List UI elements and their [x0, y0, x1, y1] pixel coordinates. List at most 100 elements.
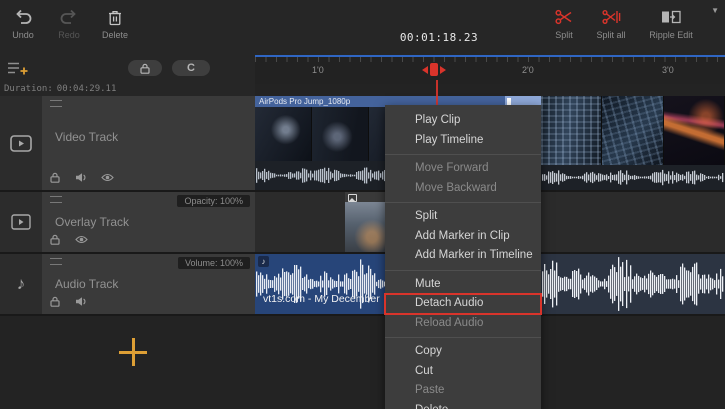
video-clip-continued[interactable] [541, 96, 725, 190]
playhead-grip [430, 63, 438, 76]
video-lock-button[interactable] [48, 171, 62, 184]
video-track-body: Video Track [42, 96, 255, 190]
duration-readout: Duration:00:04:29.11 [0, 82, 255, 96]
volume-badge[interactable]: Volume: 100% [178, 257, 250, 269]
playhead-timecode: 00:01:18.23 [397, 31, 481, 44]
lock-icon [50, 172, 60, 183]
ripple-edit-label: Ripple Edit [640, 30, 702, 40]
row-resize-handle[interactable] [50, 100, 62, 107]
redo-button[interactable]: Redo [46, 7, 92, 40]
menu-item-delete[interactable]: Delete [385, 401, 541, 409]
toolbar: Undo Redo Delete Split Split all [0, 0, 725, 56]
menu-item-mute[interactable]: Mute [385, 275, 541, 295]
video-frame-thumbnail [541, 96, 602, 165]
menu-item-move-forward[interactable]: Move Forward [385, 159, 541, 179]
redo-icon [46, 7, 92, 27]
timeline-ruler[interactable]: 1'0 2'0 3'0 [255, 55, 725, 84]
split-all-icon [586, 7, 636, 27]
menu-item-split[interactable]: Split [385, 207, 541, 227]
audio-lock-button[interactable] [48, 295, 62, 308]
split-all-button[interactable]: Split all [586, 7, 636, 40]
video-frame-thumbnail [312, 107, 369, 161]
overlay-track-type-icon [0, 192, 42, 252]
video-mute-button[interactable] [74, 171, 88, 184]
split-label: Split [541, 30, 587, 40]
video-clip-name: AirPods Pro Jump_1080p [259, 96, 350, 107]
add-track-button[interactable] [7, 60, 29, 77]
overlay-clip[interactable] [345, 192, 390, 252]
music-note-icon: ♪ [258, 256, 269, 267]
music-note-icon: ♪ [17, 274, 26, 294]
menu-separator [385, 154, 541, 155]
playhead-right-arrow-icon [440, 66, 446, 74]
delete-button[interactable]: Delete [92, 7, 138, 40]
playhead-left-arrow-icon [422, 66, 428, 74]
audio-track-body: Volume: 100% Audio Track [42, 254, 255, 314]
menu-item-play-clip[interactable]: Play Clip [385, 111, 541, 131]
duration-value: 00:04:29.11 [57, 84, 117, 94]
menu-item-copy[interactable]: Copy [385, 342, 541, 362]
lock-all-tracks-button[interactable] [128, 60, 162, 76]
track-controls-bar: C [0, 55, 255, 82]
eye-icon [101, 173, 114, 182]
eye-icon [75, 235, 88, 244]
lock-icon [140, 63, 150, 74]
overlay-lock-button[interactable] [48, 233, 62, 246]
row-resize-handle[interactable] [50, 258, 62, 265]
menu-item-cut[interactable]: Cut [385, 362, 541, 382]
overlay-visibility-button[interactable] [74, 233, 88, 246]
audio-clip-continued[interactable] [541, 254, 725, 314]
video-frame-thumbnail [255, 107, 312, 161]
opacity-badge[interactable]: Opacity: 100% [177, 195, 250, 207]
ruler-mark: 2'0 [522, 65, 534, 75]
scissors-icon [541, 7, 587, 27]
ripple-edit-icon [640, 7, 702, 27]
undo-button[interactable]: Undo [0, 7, 46, 40]
audio-mute-button[interactable] [74, 295, 88, 308]
menu-separator [385, 202, 541, 203]
ripple-edit-button[interactable]: Ripple Edit [640, 7, 702, 40]
audio-clip-name: vt1s.com - My December [263, 293, 380, 305]
split-button[interactable]: Split [541, 7, 587, 40]
video-audio-waveform [541, 165, 725, 190]
video-track-header: Video Track [0, 96, 255, 190]
toolbar-dropdown-caret-icon[interactable]: ▼ [711, 6, 719, 15]
redo-label: Redo [46, 30, 92, 40]
video-thumbnails [541, 96, 725, 165]
overlay-track-label: Overlay Track [55, 215, 129, 229]
menu-separator [385, 337, 541, 338]
add-track-icon [7, 60, 29, 77]
image-icon [348, 194, 357, 202]
audio-track-label: Audio Track [55, 277, 118, 291]
video-track-label: Video Track [55, 130, 118, 144]
menu-item-reload-audio[interactable]: Reload Audio [385, 314, 541, 334]
menu-item-paste[interactable]: Paste [385, 381, 541, 401]
menu-item-detach-audio[interactable]: Detach Audio [385, 294, 541, 314]
video-visibility-button[interactable] [100, 171, 114, 184]
row-resize-handle[interactable] [50, 196, 62, 203]
menu-item-add-marker-in-timeline[interactable]: Add Marker in Timeline [385, 246, 541, 266]
add-media-plus-icon[interactable] [119, 338, 147, 366]
snap-icon: C [187, 63, 195, 74]
context-menu: Play ClipPlay Timeline Move ForwardMove B… [385, 105, 541, 409]
split-all-label: Split all [586, 30, 636, 40]
menu-item-move-backward[interactable]: Move Backward [385, 179, 541, 199]
menu-item-add-marker-in-clip[interactable]: Add Marker in Clip [385, 227, 541, 247]
audio-waveform [541, 254, 725, 314]
menu-separator [385, 270, 541, 271]
undo-label: Undo [0, 30, 46, 40]
ruler-mark: 1'0 [312, 65, 324, 75]
video-frame-thumbnail [664, 96, 725, 165]
audio-track-header: ♪ Volume: 100% Audio Track [0, 254, 255, 314]
ruler-mark: 3'0 [662, 65, 674, 75]
video-frame-thumbnail [602, 96, 663, 165]
clip-trim-handle[interactable] [507, 98, 511, 105]
overlay-track-body: Opacity: 100% Overlay Track [42, 192, 255, 252]
video-editor-window: Undo Redo Delete Split Split all [0, 0, 725, 409]
playhead-handle[interactable] [422, 63, 446, 76]
snap-button[interactable]: C [172, 60, 210, 76]
video-track-type-icon [0, 96, 42, 190]
track-divider [0, 314, 725, 316]
lock-icon [50, 296, 60, 307]
menu-item-play-timeline[interactable]: Play Timeline [385, 131, 541, 151]
